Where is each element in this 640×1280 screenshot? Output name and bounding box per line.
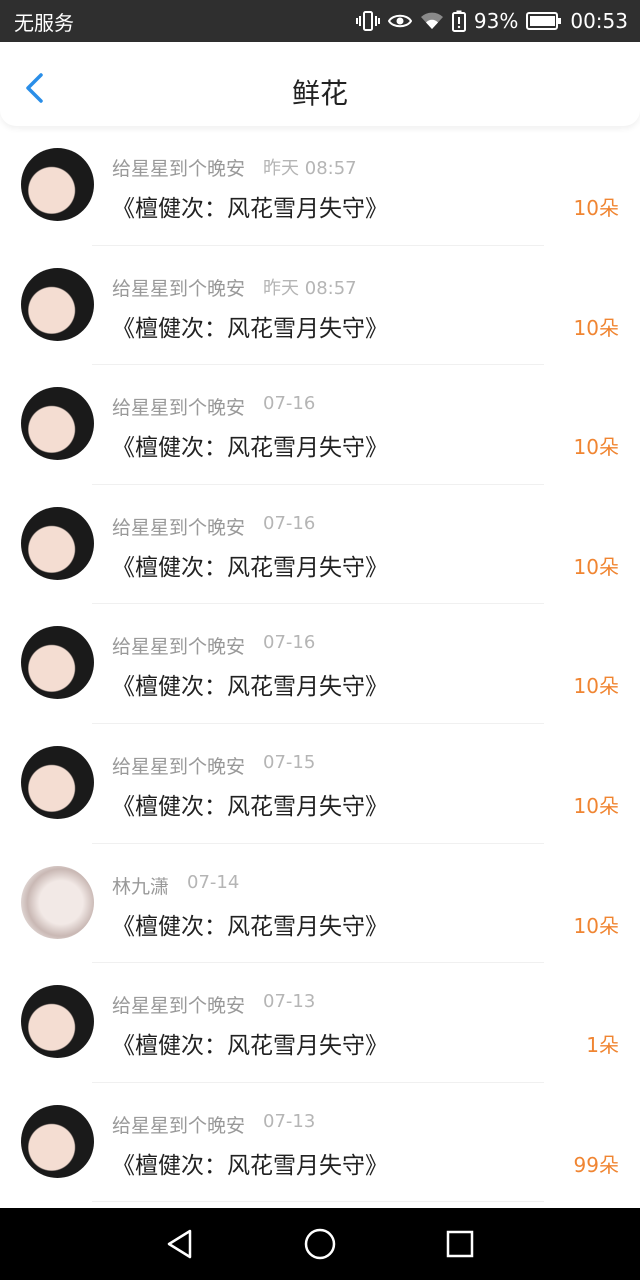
recents-square-icon: [446, 1230, 474, 1258]
flower-count: 10朵: [573, 315, 619, 340]
page-title: 鲜花: [291, 77, 348, 110]
system-back-button[interactable]: [156, 1220, 204, 1268]
sender-name[interactable]: 给星星到个晚安: [112, 393, 245, 420]
avatar[interactable]: [21, 745, 94, 819]
sender-name[interactable]: 给星星到个晚安: [112, 1111, 245, 1138]
sender-name[interactable]: 给星星到个晚安: [112, 513, 245, 540]
flower-count: 1朵: [586, 1033, 619, 1058]
flower-count: 10朵: [573, 435, 619, 460]
list-item[interactable]: 给星星到个晚安 07-16 《檀健次：风花雪月失守》 10朵: [0, 604, 640, 724]
sender-name[interactable]: 给星星到个晚安: [112, 154, 245, 181]
carrier-label: 无服务: [14, 10, 74, 35]
battery-percent: 93%: [473, 9, 519, 33]
list-item[interactable]: 给星星到个晚安 07-16 《檀健次：风花雪月失守》 10朵: [0, 365, 640, 485]
battery-icon: [526, 12, 562, 30]
sender-name[interactable]: 林九潇: [112, 872, 169, 899]
flower-count: 10朵: [573, 913, 619, 938]
avatar[interactable]: [21, 626, 94, 700]
sender-name[interactable]: 给星星到个晚安: [112, 752, 245, 779]
avatar[interactable]: [21, 1104, 94, 1178]
wifi-icon: [420, 11, 444, 31]
flower-count: 10朵: [573, 196, 619, 220]
timestamp: 07-14: [187, 871, 240, 893]
sender-name[interactable]: 给星星到个晚安: [112, 274, 245, 301]
flower-gift-list: 给星星到个晚安 昨天 08:57 《檀健次：风花雪月失守》 10朵 给星星到个晚…: [0, 126, 640, 1203]
status-bar: 无服务 93% 00:53: [0, 0, 640, 42]
timestamp: 07-16: [263, 632, 316, 654]
avatar[interactable]: [21, 148, 94, 221]
header: 鲜花: [0, 42, 640, 126]
work-title[interactable]: 《檀健次：风花雪月失守》: [112, 1026, 388, 1060]
work-title[interactable]: 《檀健次：风花雪月失守》: [112, 667, 388, 701]
flower-count: 10朵: [573, 674, 619, 699]
clock: 00:53: [570, 9, 628, 33]
avatar[interactable]: [21, 985, 94, 1059]
timestamp: 07-13: [263, 991, 316, 1013]
work-title[interactable]: 《檀健次：风花雪月失守》: [112, 189, 388, 223]
work-title[interactable]: 《檀健次：风花雪月失守》: [112, 907, 388, 941]
flower-count: 10朵: [573, 793, 619, 818]
vibrate-icon: [355, 10, 380, 32]
timestamp: 07-16: [263, 393, 316, 415]
avatar[interactable]: [21, 267, 94, 341]
back-triangle-icon: [167, 1229, 192, 1259]
timestamp: 昨天 08:57: [263, 277, 357, 299]
home-circle-icon: [304, 1228, 336, 1260]
sender-name[interactable]: 给星星到个晚安: [112, 991, 245, 1018]
eye-icon: [387, 12, 412, 30]
list-item[interactable]: 林九潇 07-14 《檀健次：风花雪月失守》 10朵: [0, 844, 640, 964]
sender-name[interactable]: 给星星到个晚安: [112, 632, 245, 659]
avatar[interactable]: [21, 387, 94, 461]
system-recents-button[interactable]: [436, 1220, 484, 1268]
work-title[interactable]: 《檀健次：风花雪月失守》: [112, 309, 388, 343]
work-title[interactable]: 《檀健次：风花雪月失守》: [112, 428, 388, 462]
flower-count: 10朵: [573, 554, 619, 579]
work-title[interactable]: 《檀健次：风花雪月失守》: [112, 787, 388, 821]
system-home-button[interactable]: [296, 1220, 344, 1268]
avatar[interactable]: [21, 506, 94, 580]
system-navigation-bar: [0, 1208, 640, 1280]
timestamp: 07-15: [263, 751, 316, 773]
flower-count: 99朵: [573, 1152, 619, 1177]
work-title[interactable]: 《檀健次：风花雪月失守》: [112, 1146, 388, 1180]
timestamp: 昨天 08:57: [263, 158, 357, 179]
list-item[interactable]: 给星星到个晚安 07-13 《檀健次：风花雪月失守》 99朵: [0, 1083, 640, 1203]
work-title[interactable]: 《檀健次：风花雪月失守》: [112, 548, 388, 582]
list-item[interactable]: 给星星到个晚安 07-15 《檀健次：风花雪月失守》 10朵: [0, 724, 640, 844]
battery-alert-icon: [451, 10, 466, 32]
list-item[interactable]: 给星星到个晚安 昨天 08:57 《檀健次：风花雪月失守》 10朵: [0, 126, 640, 246]
timestamp: 07-16: [263, 512, 316, 534]
list-item[interactable]: 给星星到个晚安 07-13 《檀健次：风花雪月失守》 1朵: [0, 963, 640, 1083]
list-item[interactable]: 给星星到个晚安 07-16 《檀健次：风花雪月失守》 10朵: [0, 485, 640, 605]
avatar[interactable]: [21, 865, 94, 939]
timestamp: 07-13: [263, 1110, 316, 1132]
divider: [92, 1201, 544, 1203]
list-item[interactable]: 给星星到个晚安 昨天 08:57 《檀健次：风花雪月失守》 10朵: [0, 246, 640, 366]
status-icons: 93% 00:53: [355, 9, 628, 33]
